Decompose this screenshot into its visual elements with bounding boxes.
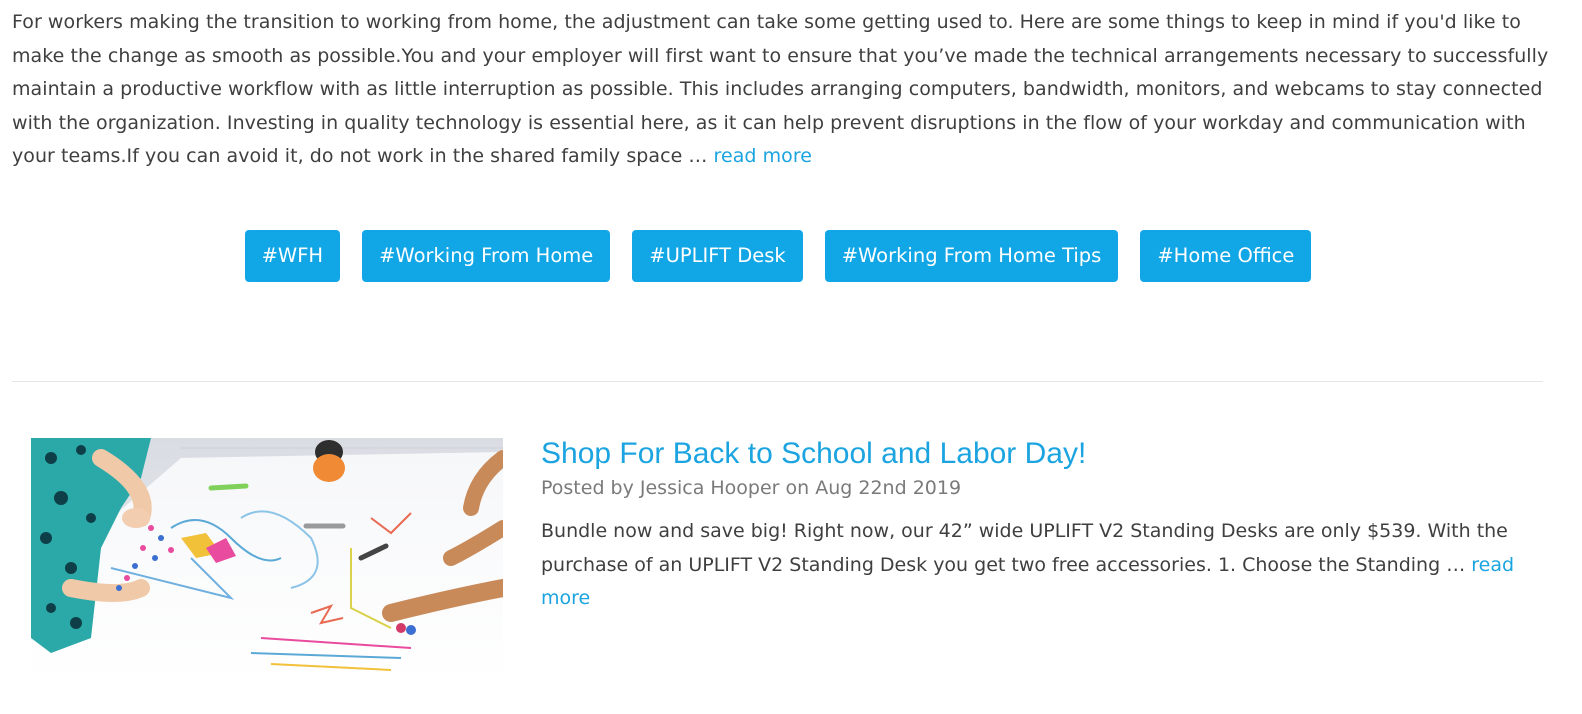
tag-home-office[interactable]: #Home Office bbox=[1140, 230, 1312, 282]
tag-uplift-desk[interactable]: #UPLIFT Desk bbox=[632, 230, 803, 282]
tag-list: #WFH #Working From Home #UPLIFT Desk #Wo… bbox=[0, 230, 1556, 282]
read-more-link[interactable]: read more bbox=[714, 145, 813, 167]
tag-wfh[interactable]: #WFH bbox=[244, 230, 341, 282]
tag-working-from-home-tips[interactable]: #Working From Home Tips bbox=[824, 230, 1119, 282]
post-divider bbox=[12, 381, 1543, 382]
post-meta: Posted by Jessica Hooper on Aug 22nd 201… bbox=[541, 477, 962, 499]
post-excerpt-text: For workers making the transition to wor… bbox=[12, 11, 1549, 168]
tag-working-from-home[interactable]: #Working From Home bbox=[362, 230, 611, 282]
post-title[interactable]: Shop For Back to School and Labor Day! bbox=[541, 434, 1086, 474]
kids-drawing-image bbox=[31, 438, 503, 686]
post-summary: Bundle now and save big! Right now, our … bbox=[541, 515, 1541, 616]
post-thumbnail[interactable] bbox=[31, 438, 503, 686]
post-excerpt: For workers making the transition to wor… bbox=[12, 6, 1552, 174]
post-summary-text: Bundle now and save big! Right now, our … bbox=[541, 520, 1508, 576]
